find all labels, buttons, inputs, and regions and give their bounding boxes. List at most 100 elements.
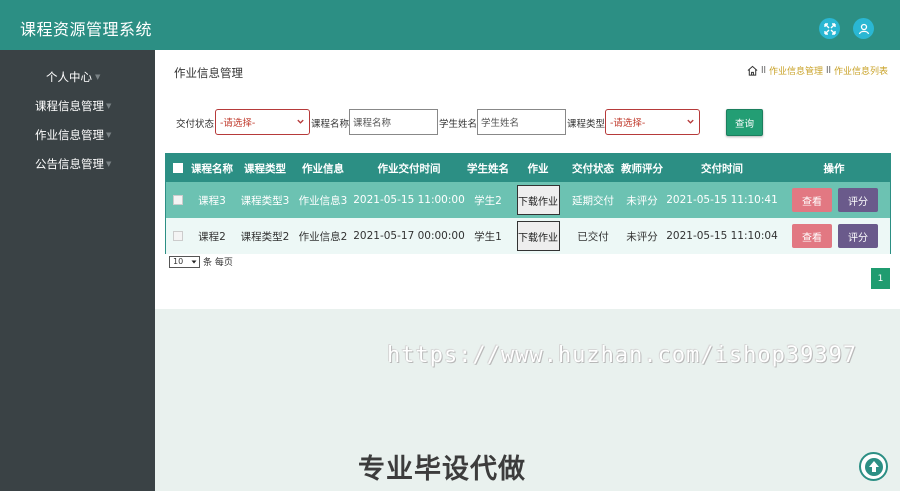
cell-deadline: 2021-05-17 00:00:00 xyxy=(353,230,465,242)
header-homework: 作业 xyxy=(527,162,549,175)
download-homework-button[interactable]: 下载作业 xyxy=(516,185,560,215)
cell-submit-time: 2021-05-15 11:10:41 xyxy=(666,194,778,206)
chevron-down-icon: ▼ xyxy=(106,102,112,110)
breadcrumb: ll 作业信息管理 ll 作业信息列表 xyxy=(747,64,888,77)
chevron-down-icon xyxy=(687,119,694,124)
cell-teacher-score: 未评分 xyxy=(626,194,658,207)
sidebar-item-notice-info[interactable]: 公告信息管理 ▼ xyxy=(0,151,155,177)
app-title: 课程资源管理系统 xyxy=(20,20,153,39)
sidebar-item-label: 公告信息管理 xyxy=(35,157,104,171)
rate-button[interactable]: 评分 xyxy=(838,224,878,248)
cell-course-type: 课程类型3 xyxy=(240,194,290,207)
chevron-down-icon: ▼ xyxy=(95,73,101,81)
cell-course-type: 课程类型2 xyxy=(240,230,290,243)
sidebar: 个人中心 ▼ 课程信息管理 ▼ 作业信息管理 ▼ 公告信息管理 ▼ xyxy=(0,50,155,491)
course-type-select[interactable]: -请选择- xyxy=(605,109,700,135)
header-teacher-score: 教师评分 xyxy=(621,162,663,175)
header-student-name: 学生姓名 xyxy=(467,162,509,175)
sidebar-item-label: 课程信息管理 xyxy=(35,99,104,113)
home-icon[interactable] xyxy=(747,65,758,76)
header-submit-time: 交付时间 xyxy=(701,162,743,175)
view-button[interactable]: 查看 xyxy=(792,188,832,212)
course-type-label: 课程类型 xyxy=(567,118,606,130)
rate-button[interactable]: 评分 xyxy=(838,188,878,212)
cell-course-name: 课程2 xyxy=(198,230,226,243)
page-title: 作业信息管理 xyxy=(174,66,243,80)
query-button[interactable]: 查询 xyxy=(726,109,763,136)
download-homework-button[interactable]: 下载作业 xyxy=(516,221,560,251)
user-icon xyxy=(858,23,869,34)
sidebar-item-label: 个人中心 xyxy=(46,70,92,84)
input-placeholder: 学生姓名 xyxy=(481,118,520,129)
cell-student-name: 学生1 xyxy=(474,230,502,243)
promo-text: 专业毕设代做 xyxy=(358,454,526,485)
course-name-filter: 课程名称 xyxy=(311,109,349,136)
fullscreen-icon xyxy=(823,22,836,35)
page-number-button[interactable]: 1 xyxy=(871,268,890,289)
header-homework-info: 作业信息 xyxy=(302,162,344,175)
chevron-down-icon: ▼ xyxy=(106,131,112,139)
header-actions: 操作 xyxy=(823,162,845,175)
chevron-down-icon xyxy=(297,119,304,124)
cell-submit-status: 已交付 xyxy=(577,230,609,243)
homework-table: 课程名称 课程类型 作业信息 作业交付时间 学生姓名 作业 交付状态 教师评分 … xyxy=(165,153,891,254)
cell-teacher-score: 未评分 xyxy=(626,230,658,243)
cell-homework: 下载作业 xyxy=(515,182,561,218)
sidebar-item-label: 作业信息管理 xyxy=(35,128,104,142)
page-size-value: 10 xyxy=(173,257,184,266)
checkbox[interactable] xyxy=(173,195,183,205)
sidebar-item-personal-center[interactable]: 个人中心 ▼ xyxy=(0,64,155,90)
page-size-control: 10 条 每页 xyxy=(169,255,233,268)
row-checkbox-cell xyxy=(166,218,190,254)
cell-homework: 下载作业 xyxy=(515,218,561,254)
select-value: -请选择- xyxy=(220,118,256,129)
course-name-input[interactable]: 课程名称 xyxy=(349,109,438,135)
checkbox[interactable] xyxy=(173,163,183,173)
chevron-down-icon: ▼ xyxy=(106,160,112,168)
breadcrumb-separator: ll xyxy=(760,65,766,76)
header-course-name: 课程名称 xyxy=(191,162,233,175)
per-page-label: 条 每页 xyxy=(203,258,233,268)
course-name-label: 课程名称 xyxy=(311,118,350,130)
fullscreen-button[interactable] xyxy=(819,18,840,39)
cell-course-name: 课程3 xyxy=(198,194,226,207)
cell-student-name: 学生2 xyxy=(474,194,502,207)
header-deadline: 作业交付时间 xyxy=(377,162,441,175)
select-all-checkbox[interactable] xyxy=(166,154,190,182)
select-value: -请选择- xyxy=(610,118,646,129)
breadcrumb-item[interactable]: 作业信息管理 xyxy=(769,64,823,77)
user-button[interactable] xyxy=(853,18,874,39)
view-button[interactable]: 查看 xyxy=(792,224,832,248)
course-type-filter: 课程类型 xyxy=(567,109,605,136)
header-course-type: 课程类型 xyxy=(244,162,286,175)
page-size-select[interactable]: 10 xyxy=(169,255,200,268)
cell-submit-time: 2021-05-15 11:10:04 xyxy=(666,230,778,242)
scroll-to-top-button[interactable] xyxy=(859,452,888,481)
table-header: 课程名称 课程类型 作业信息 作业交付时间 学生姓名 作业 交付状态 教师评分 … xyxy=(166,154,890,182)
checkbox[interactable] xyxy=(173,231,183,241)
sidebar-item-homework-info[interactable]: 作业信息管理 ▼ xyxy=(0,122,155,148)
input-placeholder: 课程名称 xyxy=(353,118,392,129)
student-name-filter: 学生姓名 xyxy=(439,109,477,136)
student-name-input[interactable]: 学生姓名 xyxy=(477,109,566,135)
submit-status-label: 交付状态 xyxy=(176,118,215,130)
main-panel: 作业信息管理 ll 作业信息管理 ll 作业信息列表 交付状态 -请选择- 课程… xyxy=(155,50,900,309)
breadcrumb-item: 作业信息列表 xyxy=(833,67,888,77)
submit-status-select[interactable]: -请选择- xyxy=(215,109,310,135)
watermark-url: https://www.huzhan.com/ishop39397 xyxy=(387,343,858,368)
submit-status-filter: 交付状态 xyxy=(176,109,214,136)
sidebar-item-course-info[interactable]: 课程信息管理 ▼ xyxy=(0,93,155,119)
row-checkbox-cell xyxy=(166,182,190,218)
cell-homework-info: 作业信息3 xyxy=(298,194,348,207)
cell-homework-info: 作业信息2 xyxy=(298,230,348,243)
student-name-label: 学生姓名 xyxy=(439,118,478,130)
chevron-down-icon xyxy=(191,260,197,263)
arrow-up-icon xyxy=(864,457,883,476)
cell-deadline: 2021-05-15 11:00:00 xyxy=(353,194,465,206)
header-submit-status: 交付状态 xyxy=(572,162,614,175)
cell-submit-status: 延期交付 xyxy=(572,194,614,207)
top-bar: 课程资源管理系统 xyxy=(0,0,900,50)
table-row: 课程3 课程类型3 作业信息3 2021-05-15 11:00:00 学生2 … xyxy=(166,182,890,218)
table-row: 课程2 课程类型2 作业信息2 2021-05-17 00:00:00 学生1 … xyxy=(166,218,890,254)
breadcrumb-separator: ll xyxy=(825,65,831,76)
